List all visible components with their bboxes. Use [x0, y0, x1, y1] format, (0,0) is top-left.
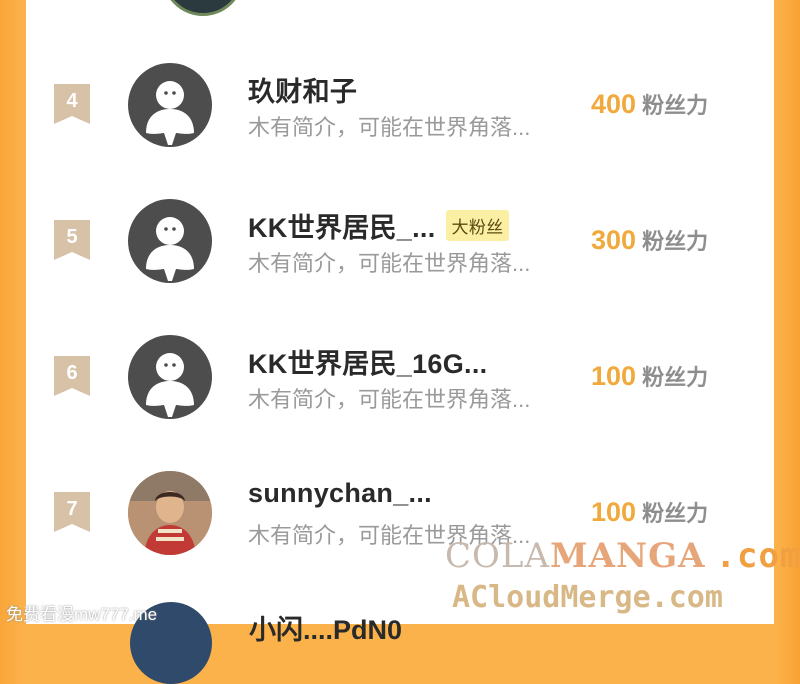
- user-bio: 木有简介，可能在世界角落...: [248, 387, 531, 412]
- watermark-merge: ACloudMerge.com: [452, 580, 723, 615]
- fan-power-unit: 粉丝力: [642, 365, 709, 390]
- rank-ribbon: 5: [54, 220, 90, 260]
- leaderboard-panel: 4 玖财和子 木有简介，可能在世界角落... 400 粉丝力 5 KK世界居民_…: [26, 0, 774, 624]
- watermark-site: COLAMANGA .com: [445, 536, 800, 576]
- fan-power-unit: 粉丝力: [642, 93, 709, 118]
- watermark-part: MANGA: [550, 536, 706, 576]
- rank-ribbon: 4: [54, 84, 90, 124]
- list-item[interactable]: 4 玖财和子 木有简介，可能在世界角落... 400 粉丝力: [26, 62, 774, 172]
- fan-power-unit: 粉丝力: [642, 229, 709, 254]
- user-name[interactable]: sunnychan_...: [248, 478, 432, 509]
- fan-power-unit: 粉丝力: [642, 501, 709, 526]
- big-fan-badge: 大粉丝: [445, 210, 510, 241]
- list-item[interactable]: 5 KK世界居民_... 大粉丝 木有简介，可能在世界角落... 300 粉丝力: [26, 198, 774, 308]
- photo-avatar[interactable]: [128, 471, 212, 555]
- watermark-corner: 免费看漫mw777.me: [6, 605, 158, 624]
- user-name[interactable]: 玖财和子: [248, 70, 357, 109]
- fan-power-value: 400: [591, 89, 637, 119]
- default-avatar-icon[interactable]: [128, 335, 212, 419]
- rank-ribbon: 7: [54, 492, 90, 532]
- fan-power-value: 100: [591, 361, 637, 391]
- fan-power: 300 粉丝力: [591, 224, 708, 256]
- user-name[interactable]: KK世界居民_16G...: [248, 342, 487, 381]
- fan-power: 400 粉丝力: [591, 88, 708, 120]
- watermark-part: COLA: [445, 536, 551, 576]
- default-avatar-icon[interactable]: [128, 63, 212, 147]
- fan-power-value: 100: [591, 497, 637, 527]
- list-item[interactable]: 6 KK世界居民_16G... 木有简介，可能在世界角落... 100 粉丝力: [26, 334, 774, 444]
- default-avatar-icon[interactable]: [128, 199, 212, 283]
- user-bio: 木有简介，可能在世界角落...: [248, 115, 531, 140]
- rank-ribbon: 6: [54, 356, 90, 396]
- user-name-text: KK世界居民_...: [248, 213, 436, 243]
- avatar[interactable]: [162, 0, 244, 16]
- fan-power-value: 300: [591, 225, 637, 255]
- user-name[interactable]: 小闪....PdN0: [249, 608, 402, 647]
- user-name[interactable]: KK世界居民_... 大粉丝: [248, 206, 510, 245]
- fan-power: 100 粉丝力: [591, 496, 708, 528]
- user-bio: 木有简介，可能在世界角落...: [248, 251, 531, 276]
- fan-power: 100 粉丝力: [591, 360, 708, 392]
- watermark-part: .com: [715, 536, 800, 576]
